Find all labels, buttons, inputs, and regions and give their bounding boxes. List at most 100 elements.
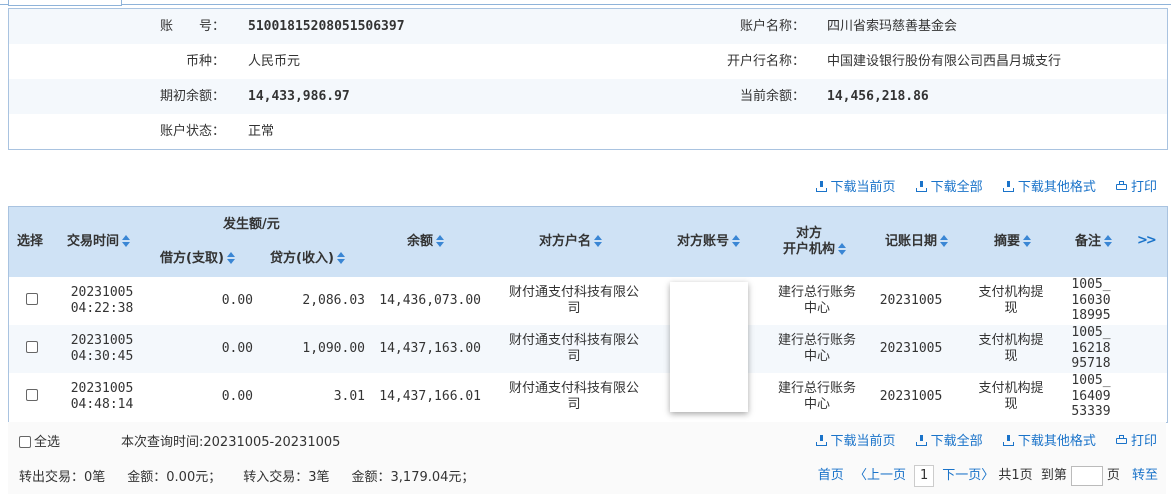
summary-line: 支付机构提 — [978, 333, 1044, 348]
download-icon — [915, 181, 927, 192]
counterparty-bank-line: 中心 — [803, 301, 830, 316]
summary-text: 支付机构提现 — [971, 381, 1051, 413]
download-page-link[interactable]: 下载当前页 — [815, 176, 896, 195]
note-line: 18995 — [1071, 308, 1111, 323]
current-balance-value: 14,456,218.86 — [827, 89, 929, 104]
download-all-label: 下载全部 — [930, 180, 983, 195]
tx-clock: 04:30:45 — [70, 349, 134, 364]
counterparty-name: 财付通支付科技有限公司 — [499, 381, 649, 413]
note-line: 53339 — [1071, 404, 1111, 419]
header-debit[interactable]: 借方(支取) — [160, 250, 235, 268]
sort-icon — [336, 252, 345, 264]
header-counterparty-name[interactable]: 对方户名 — [539, 233, 603, 251]
header-counterparty-account[interactable]: 对方账号 — [677, 233, 741, 251]
sort-icon — [1104, 235, 1113, 247]
counterparty-bank-line: 建行总行账务 — [777, 333, 856, 348]
jump-button[interactable]: 转至 — [1132, 468, 1158, 483]
opening-balance-label: 期初余额： — [159, 89, 225, 104]
sort-icon — [436, 235, 445, 247]
tx-date: 20231005 — [70, 333, 134, 348]
download-icon — [1002, 435, 1014, 446]
balance-value: 14,436,073.00 — [379, 293, 481, 308]
header-time[interactable]: 交易时间 — [67, 233, 131, 251]
credit-value: 2,086.03 — [302, 293, 365, 308]
sort-icon — [940, 235, 949, 247]
header-credit[interactable]: 贷方(收入) — [270, 250, 345, 268]
account-name-label: 账户名称： — [739, 19, 805, 34]
note-line: 1005_ — [1071, 277, 1111, 292]
info-row: 期初余额： 14,433,986.97 当前余额： 14,456,218.86 — [9, 79, 1167, 114]
printer-icon — [1115, 435, 1127, 446]
summary-text: 支付机构提现 — [971, 333, 1051, 365]
header-post-date[interactable]: 记账日期 — [885, 233, 949, 251]
counterparty-name-line: 司 — [567, 397, 581, 412]
currency-label: 币种： — [185, 54, 225, 69]
header-select: 选择 — [17, 234, 44, 249]
header-counterparty-bank[interactable]: 开户机构 — [783, 241, 847, 259]
note-line: 1005_ — [1071, 325, 1111, 340]
debit-value: 0.00 — [221, 293, 253, 308]
counterparty-name: 财付通支付科技有限公司 — [499, 285, 649, 317]
first-page-link[interactable]: 首页 — [818, 468, 844, 483]
header-note[interactable]: 备注 — [1075, 233, 1113, 251]
download-all-link[interactable]: 下载全部 — [915, 176, 983, 195]
header-summary[interactable]: 摘要 — [994, 233, 1032, 251]
account-no-label: 账 号： — [159, 19, 225, 34]
post-date: 20231005 — [879, 293, 943, 308]
counterparty-bank-line: 中心 — [803, 397, 830, 412]
account-status-label: 账户状态： — [159, 124, 225, 139]
account-status-value: 正常 — [248, 124, 275, 139]
counterparty-name: 财付通支付科技有限公司 — [499, 333, 649, 365]
print-link[interactable]: 打印 — [1115, 176, 1157, 195]
tx-date: 20231005 — [70, 381, 134, 396]
download-other-link[interactable]: 下载其他格式 — [1002, 176, 1096, 195]
download-other-link[interactable]: 下载其他格式 — [1002, 430, 1096, 449]
goto-page-input[interactable] — [1070, 465, 1103, 486]
row-checkbox[interactable] — [26, 389, 38, 401]
header-balance[interactable]: 余额 — [407, 233, 445, 251]
sort-icon — [226, 252, 235, 264]
table-row[interactable]: 20231005 04:48:14 0.00 3.01 14,437,166.01… — [9, 373, 1167, 421]
row-checkbox[interactable] — [26, 293, 38, 305]
summary-line: 支付机构提 — [978, 381, 1044, 396]
account-name-value: 四川省索玛慈善基金会 — [827, 19, 958, 34]
select-all-checkbox[interactable] — [19, 436, 31, 448]
bank-name-value: 中国建设银行股份有限公司西昌月城支行 — [827, 54, 1062, 69]
tab-active[interactable] — [8, 0, 122, 6]
select-all-control[interactable]: 全选 — [19, 431, 60, 450]
next-page-link[interactable]: 下一页〉 — [942, 468, 994, 483]
download-icon — [1002, 181, 1014, 192]
summary-line: 支付机构提 — [978, 285, 1044, 300]
redaction-overlay — [670, 282, 748, 412]
prev-page-link[interactable]: 〈上一页 — [854, 468, 906, 483]
header-post-date-label: 记账日期 — [885, 234, 938, 249]
counterparty-bank-line: 建行总行账务 — [777, 285, 856, 300]
outgoing-amount: 金额：0.00元； — [127, 470, 222, 485]
print-link[interactable]: 打印 — [1115, 430, 1157, 449]
more-columns-button[interactable]: >> — [1137, 233, 1157, 248]
note-line: 16218 — [1071, 340, 1111, 356]
header-counterparty-account-label: 对方账号 — [677, 234, 730, 249]
header-counterparty-name-label: 对方户名 — [539, 234, 592, 249]
note-line: 16409 — [1071, 388, 1111, 404]
note-text: 1005_ 16409 53339 — [1061, 373, 1121, 420]
counterparty-name-line: 财付通支付科技有限公 — [508, 285, 639, 300]
header-note-label: 备注 — [1075, 234, 1102, 249]
top-actions: 下载当前页 下载全部 下载其他格式 打印 — [800, 176, 1157, 195]
debit-value: 0.00 — [221, 341, 253, 356]
download-all-link[interactable]: 下载全部 — [915, 430, 983, 449]
sort-icon — [122, 235, 131, 247]
row-checkbox[interactable] — [26, 341, 38, 353]
note-line: 95718 — [1071, 356, 1111, 371]
download-page-link[interactable]: 下载当前页 — [815, 430, 896, 449]
tx-clock: 04:48:14 — [70, 397, 134, 412]
table-row[interactable]: 20231005 04:22:38 0.00 2,086.03 14,436,07… — [9, 277, 1167, 325]
download-other-label: 下载其他格式 — [1017, 180, 1096, 195]
post-date: 20231005 — [879, 389, 943, 404]
debit-value: 0.00 — [221, 389, 253, 404]
header-summary-label: 摘要 — [994, 234, 1021, 249]
table-row[interactable]: 20231005 04:30:45 0.00 1,090.00 14,437,16… — [9, 325, 1167, 373]
note-text: 1005_ 16030 18995 — [1061, 277, 1121, 324]
download-icon — [815, 435, 827, 446]
note-line: 16030 — [1071, 292, 1111, 308]
